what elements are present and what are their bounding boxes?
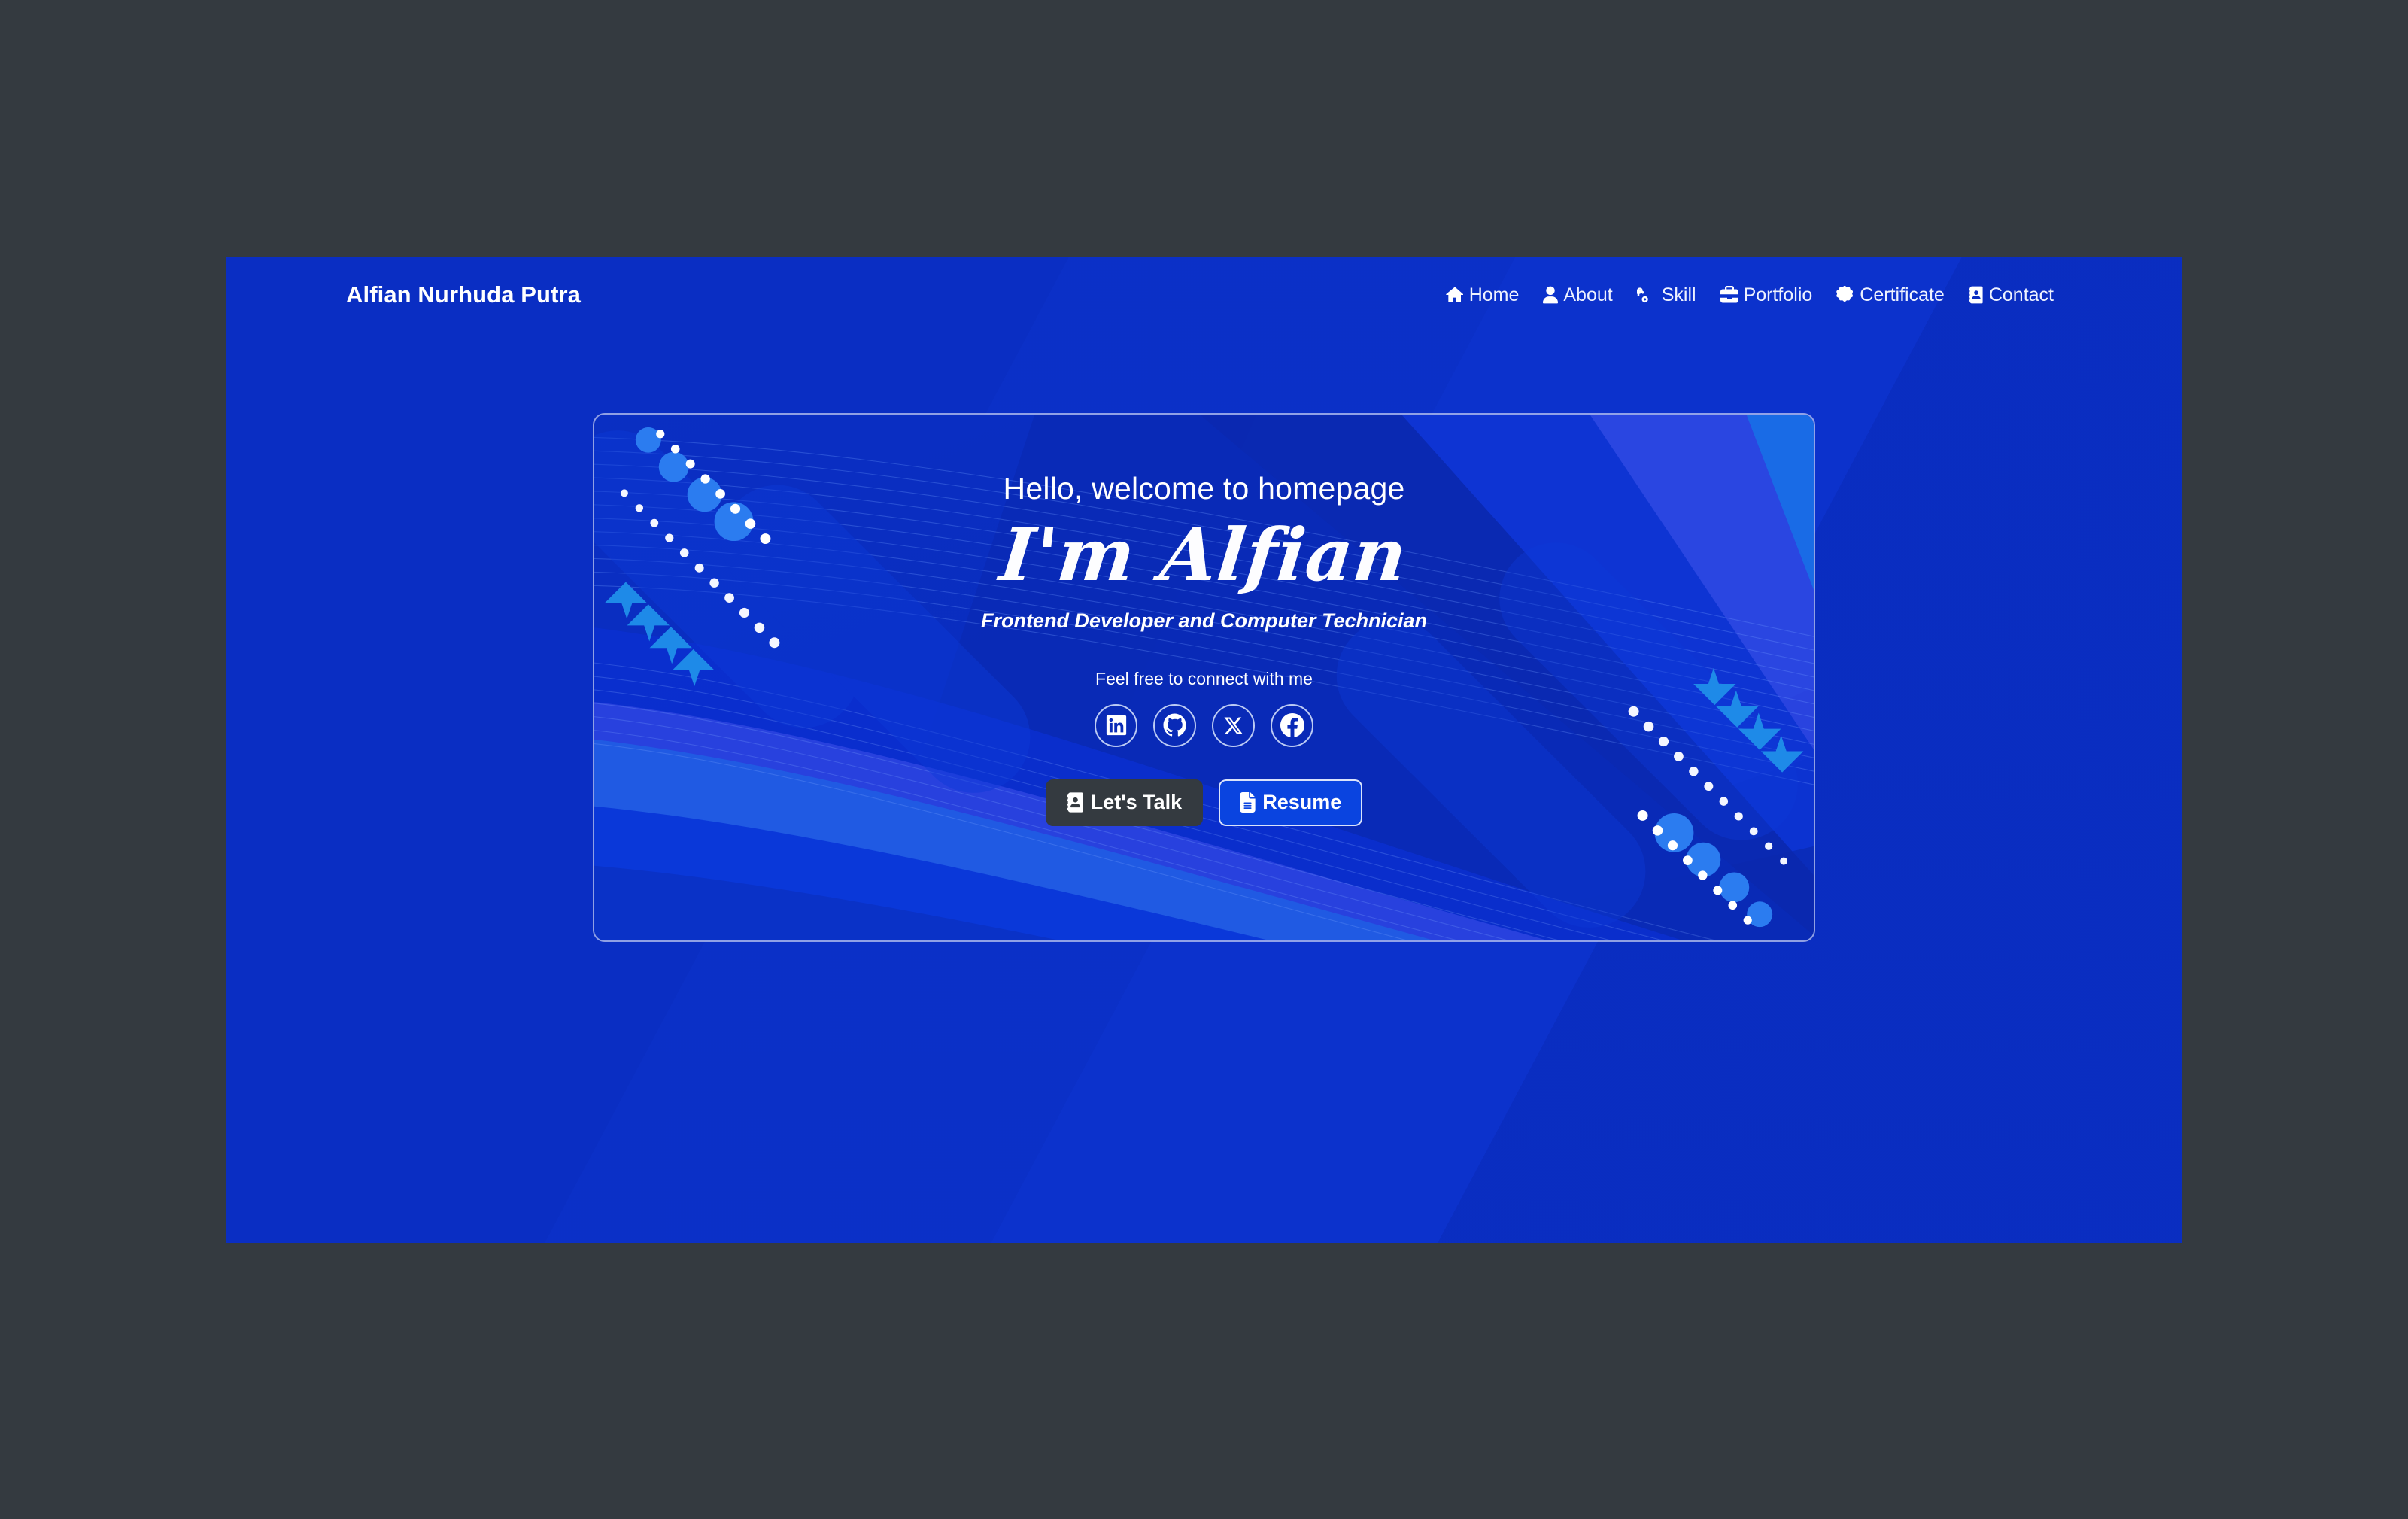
resume-button[interactable]: Resume [1219,779,1363,826]
nav-item-about[interactable]: About [1543,284,1613,305]
social-link-linkedin[interactable] [1095,703,1137,747]
lets-talk-label: Let's Talk [1090,791,1183,814]
navbar: Alfian Nurhuda Putra Home About Skill Po… [226,257,2182,333]
resume-label: Resume [1262,791,1342,814]
hero-card: Hello, welcome to homepage I'm Alfian Fr… [593,413,1815,942]
home-icon [1446,286,1464,304]
nav-item-portfolio[interactable]: Portfolio [1720,284,1813,305]
nav-item-contact[interactable]: Contact [1968,284,2054,305]
x-twitter-icon [1223,715,1243,736]
hero-content: Hello, welcome to homepage I'm Alfian Fr… [594,415,1814,940]
brand-title: Alfian Nurhuda Putra [346,281,582,308]
nav-label-about: About [1563,284,1613,305]
nav-label-certificate: Certificate [1860,284,1945,305]
nav-links: Home About Skill Portfolio Certificate C… [1446,284,2054,305]
certificate-icon [1836,286,1854,304]
linkedin-icon [1105,714,1128,737]
address-book-icon [1066,792,1084,813]
address-book-icon [1968,286,1984,304]
nav-label-contact: Contact [1988,284,2054,305]
hero-action-buttons: Let's Talk Resume [1045,779,1363,826]
social-links [1095,703,1313,747]
nav-label-portfolio: Portfolio [1743,284,1813,305]
nav-item-certificate[interactable]: Certificate [1836,284,1945,305]
user-icon [1543,286,1559,304]
nav-item-home[interactable]: Home [1446,284,1520,305]
social-link-x[interactable] [1212,703,1255,747]
lets-talk-button[interactable]: Let's Talk [1045,779,1204,826]
github-icon [1163,713,1187,737]
hero-role-subtitle: Frontend Developer and Computer Technici… [980,609,1428,632]
connect-label: Feel free to connect with me [1095,668,1313,688]
facebook-icon [1280,713,1304,737]
browser-page: Alfian Nurhuda Putra Home About Skill Po… [226,257,2182,1243]
nav-item-skill[interactable]: Skill [1636,284,1696,305]
file-lines-icon [1240,792,1256,813]
hero-name-heading: I'm Alfian [996,512,1412,598]
social-link-github[interactable] [1153,703,1196,747]
social-link-facebook[interactable] [1271,703,1313,747]
nav-label-home: Home [1468,284,1520,305]
nav-label-skill: Skill [1661,284,1696,305]
briefcase-icon [1720,286,1738,304]
hero-welcome-text: Hello, welcome to homepage [1003,471,1405,506]
gears-icon [1636,286,1656,304]
